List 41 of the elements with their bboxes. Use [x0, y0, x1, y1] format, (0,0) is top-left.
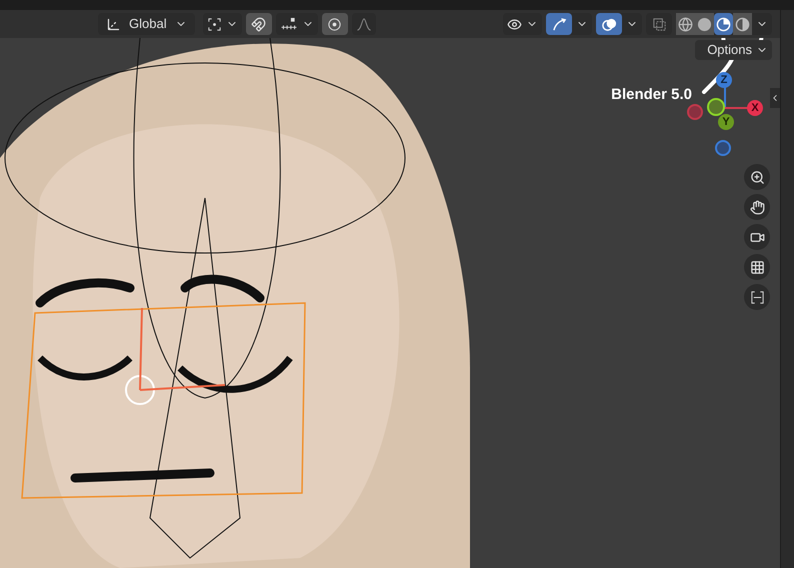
rendered-shading-button[interactable] [733, 13, 752, 35]
xray-toggle[interactable] [646, 13, 672, 35]
z-axis-handle[interactable]: Z [716, 72, 732, 88]
snap-toggle[interactable] [246, 13, 272, 35]
falloff-dropdown[interactable] [352, 13, 376, 35]
negative-z-axis-handle[interactable] [715, 140, 731, 156]
zoom-icon [750, 170, 764, 184]
solid-shading-button[interactable] [695, 13, 714, 35]
zoom-button[interactable] [744, 164, 770, 190]
axes-icon [106, 16, 121, 32]
frame-button[interactable] [744, 284, 770, 310]
overlapping-circles-icon [602, 16, 616, 32]
negative-y-axis-handle[interactable] [707, 98, 725, 116]
falloff-curve-icon [356, 16, 372, 32]
pivot-point-dropdown[interactable] [202, 13, 242, 35]
grid-icon [750, 260, 764, 274]
wireframe-shading-button[interactable] [676, 13, 695, 35]
y-axis-handle[interactable]: Y [718, 114, 734, 130]
magnet-icon [251, 16, 266, 32]
negative-x-axis-handle[interactable] [687, 104, 703, 120]
sidebar-toggle[interactable] [770, 88, 780, 108]
material-shading-button[interactable] [714, 13, 733, 35]
eye-icon [507, 16, 522, 32]
transform-orientation-dropdown[interactable]: Global [98, 13, 195, 35]
camera-view-button[interactable] [744, 224, 770, 250]
pivot-icon [206, 16, 222, 32]
xray-squares-icon [652, 16, 666, 32]
gizmo-toggle[interactable] [546, 13, 572, 35]
overlays-toggle[interactable] [596, 13, 622, 35]
snap-target-dropdown[interactable] [276, 13, 318, 35]
increment-icon [280, 16, 298, 32]
hand-icon [750, 200, 764, 214]
annotation-text: Blender 5.0 [611, 85, 692, 105]
pan-button[interactable] [744, 194, 770, 220]
target-circle-icon [327, 16, 342, 32]
proportional-editing-toggle[interactable] [322, 13, 348, 35]
visibility-dropdown[interactable] [503, 13, 542, 35]
perspective-button[interactable] [744, 254, 770, 280]
gizmo-arrow-icon [552, 16, 566, 32]
x-axis-handle[interactable]: X [747, 100, 763, 116]
options-dropdown[interactable]: Options [695, 40, 772, 60]
